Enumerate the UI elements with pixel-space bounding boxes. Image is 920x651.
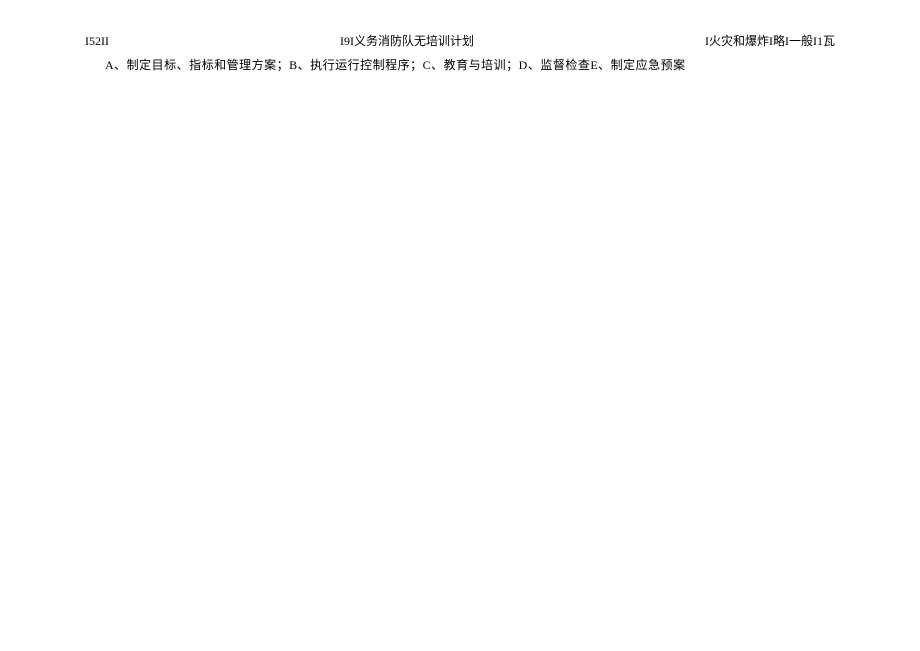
header-right: I火灾和爆炸I略I一般I1瓦 — [705, 32, 835, 50]
body-line-1: A、制定目标、指标和管理方案；B、执行运行控制程序；C、教育与培训；D、监督检查… — [0, 50, 920, 74]
header-center: I9I义务消防队无培训计划 — [340, 32, 474, 50]
header-row: I52II I9I义务消防队无培训计划 I火灾和爆炸I略I一般I1瓦 — [0, 0, 920, 50]
header-left: I52II — [85, 32, 109, 50]
